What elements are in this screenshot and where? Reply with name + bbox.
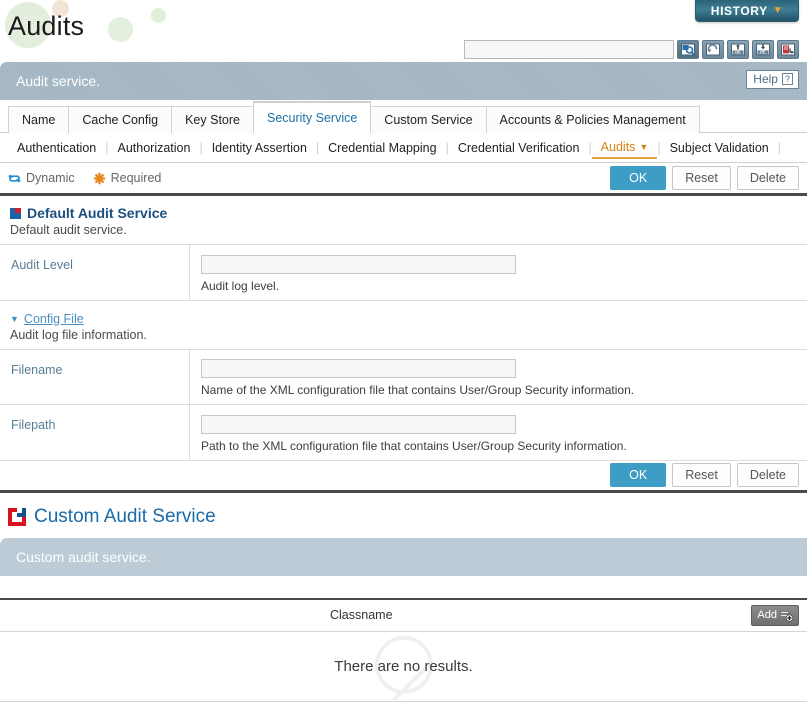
delete-button-bottom[interactable]: Delete <box>736 463 799 487</box>
delete-button-top[interactable]: Delete <box>736 166 799 190</box>
no-results-message: There are no results. <box>334 657 473 675</box>
reset-button-top[interactable]: Reset <box>672 166 731 190</box>
column-header-classname: Classname <box>330 608 393 622</box>
field-label: Audit Level <box>0 245 190 300</box>
filepath-input[interactable] <box>201 414 516 434</box>
triangle-down-icon: ▼ <box>10 313 19 324</box>
tab-security-service[interactable]: Security Service <box>252 102 372 133</box>
xml-upload-icon[interactable]: XML <box>727 40 749 59</box>
subtab-audits-label: Audits <box>600 139 636 154</box>
ok-button-bottom[interactable]: OK <box>610 463 667 487</box>
legend-dynamic: Dynamic <box>8 171 75 185</box>
add-label: Add <box>757 609 777 621</box>
decorative-circle-4 <box>151 8 166 23</box>
field-hint: Path to the XML configuration file that … <box>201 438 627 453</box>
help-question-icon: ? <box>781 73 793 85</box>
refresh-icon[interactable] <box>702 40 724 59</box>
reset-button-bottom[interactable]: Reset <box>672 463 731 487</box>
field-row-audit-level: Audit Level Audit log level. <box>0 245 807 301</box>
subtab-separator: | <box>777 140 781 155</box>
dynamic-cycle-icon <box>8 173 21 183</box>
action-bar-bottom: OK Reset Delete <box>0 460 807 493</box>
legend-required: Required <box>93 171 162 185</box>
field-hint: Audit log level. <box>201 278 280 293</box>
subtab-identity-assertion[interactable]: Identity Assertion <box>203 141 316 155</box>
field-wrapper: Name of the XML configuration file that … <box>190 350 634 405</box>
tab-cache-config[interactable]: Cache Config <box>68 106 173 133</box>
field-wrapper: Path to the XML configuration file that … <box>190 405 627 460</box>
svg-text:XML: XML <box>759 50 767 55</box>
main-tab-bar: Name Cache Config Key Store Security Ser… <box>0 100 807 133</box>
subtab-subject-validation[interactable]: Subject Validation <box>661 141 778 155</box>
subtab-authorization[interactable]: Authorization <box>108 141 199 155</box>
chevron-down-icon: ▼ <box>639 141 649 152</box>
history-label: HISTORY <box>710 3 768 18</box>
export-report-icon[interactable] <box>777 40 799 59</box>
history-button[interactable]: HISTORY ▼ <box>695 0 799 22</box>
legend-action-bar: Dynamic Required OK Reset Delete <box>0 163 807 196</box>
subtab-authentication[interactable]: Authentication <box>8 141 105 155</box>
config-file-toggle[interactable]: ▼ Config File <box>0 301 807 326</box>
legend-required-label: Required <box>110 171 162 185</box>
search-toolbar: XML XML <box>464 40 799 59</box>
subtab-credential-verification[interactable]: Credential Verification <box>449 141 589 155</box>
config-file-rows: Filename Name of the XML configuration f… <box>0 348 807 461</box>
config-file-label: Config File <box>23 311 84 326</box>
subtab-credential-mapping[interactable]: Credential Mapping <box>319 141 445 155</box>
subtab-audits[interactable]: Audits ▼ <box>591 137 658 159</box>
config-file-subtitle: Audit log file information. <box>10 327 147 342</box>
sub-tab-bar: Authentication | Authorization | Identit… <box>0 133 807 163</box>
custom-audit-service-title: Custom Audit Service <box>0 493 807 538</box>
audit-level-input[interactable] <box>201 254 516 274</box>
xml-download-icon[interactable]: XML <box>752 40 774 59</box>
field-row-filename: Filename Name of the XML configuration f… <box>0 349 807 405</box>
tab-custom-service[interactable]: Custom Service <box>370 106 487 133</box>
default-audit-service-title: Default Audit Service <box>0 196 807 221</box>
add-plus-icon <box>780 610 793 622</box>
svg-text:XML: XML <box>734 50 742 55</box>
classname-table-header: Classname Add <box>0 597 807 632</box>
required-asterisk-icon <box>93 172 105 184</box>
tab-accounts-policies-management[interactable]: Accounts & Policies Management <box>485 106 700 133</box>
add-button[interactable]: Add <box>751 604 799 626</box>
service-header-bar: Audit service. Help ? <box>0 62 807 100</box>
custom-audit-service-label: Custom Audit Service <box>34 505 216 527</box>
custom-service-square-icon <box>8 507 26 526</box>
chevron-down-icon: ▼ <box>772 5 784 16</box>
service-square-icon <box>10 207 21 219</box>
tab-key-store[interactable]: Key Store <box>171 106 254 133</box>
help-label: Help <box>753 72 778 86</box>
decorative-circle-3 <box>108 17 133 42</box>
default-audit-service-label: Default Audit Service <box>27 205 168 221</box>
legend-dynamic-label: Dynamic <box>26 171 75 185</box>
top-bar: Audits HISTORY ▼ XML XML <box>0 0 807 62</box>
service-header-title: Audit service. <box>16 73 101 89</box>
field-hint: Name of the XML configuration file that … <box>201 383 635 397</box>
help-button[interactable]: Help ? <box>746 70 799 89</box>
field-label: Filename <box>0 349 190 404</box>
default-audit-service-subtitle: Default audit service. <box>10 223 127 237</box>
field-wrapper: Audit log level. <box>190 245 516 300</box>
filename-input[interactable] <box>201 359 516 378</box>
table-gap <box>0 576 807 598</box>
custom-audit-service-bar-text: Custom audit service. <box>16 548 151 565</box>
field-label: Filepath <box>0 405 190 460</box>
tab-name[interactable]: Name <box>8 106 70 133</box>
default-audit-service-rows: Audit Level Audit log level. <box>0 244 807 301</box>
empty-state-row: There are no results. <box>0 632 807 702</box>
field-row-filepath: Filepath Path to the XML configuration f… <box>0 405 807 461</box>
custom-audit-service-bar: Custom audit service. <box>0 537 807 576</box>
search-input[interactable] <box>464 40 674 59</box>
ok-button-top[interactable]: OK <box>610 166 667 190</box>
page-title: Audits <box>8 11 85 41</box>
search-icon[interactable] <box>677 40 699 59</box>
